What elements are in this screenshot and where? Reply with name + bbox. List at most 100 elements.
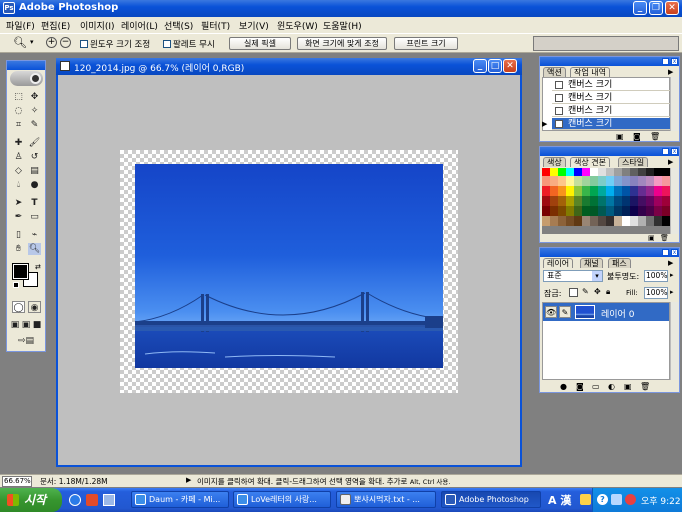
ime-indicator[interactable]: A 漢 bbox=[548, 492, 571, 508]
tab-swatches[interactable]: 색상 견본 bbox=[570, 157, 610, 167]
swatches-palette-close-icon[interactable]: x bbox=[671, 148, 678, 155]
delete-swatch-icon[interactable]: 🗑︎ bbox=[660, 234, 669, 242]
taskbar-item-daum[interactable]: Daum - 카페 - Mi... bbox=[131, 491, 229, 508]
zoom-tool-box-icon[interactable]: 🔍︎ bbox=[28, 243, 41, 255]
lock-image-icon[interactable]: ✎ bbox=[582, 287, 589, 296]
tab-layers[interactable]: 레이어 bbox=[543, 258, 574, 268]
quick-mask-icon[interactable]: ◉ bbox=[28, 301, 41, 313]
zoom-in-icon[interactable]: + bbox=[46, 37, 57, 48]
ignore-palettes-checkbox[interactable]: 팔레트 무시 bbox=[163, 38, 215, 50]
layer-visibility-eye-icon[interactable]: 👁︎ bbox=[545, 306, 557, 318]
opacity-dropdown-icon[interactable]: ▸ bbox=[670, 271, 674, 279]
swatch-grid[interactable] bbox=[542, 168, 670, 234]
swatches-palette-menu-icon[interactable]: ▶ bbox=[668, 158, 673, 166]
eyedropper-tool-icon[interactable]: ⌁ bbox=[28, 229, 41, 241]
new-document-from-state-icon[interactable]: ▣ bbox=[616, 132, 624, 141]
lock-transparency-icon[interactable] bbox=[569, 288, 578, 297]
doc-minimize-button[interactable]: _ bbox=[473, 59, 487, 73]
language-bar-icon[interactable] bbox=[580, 494, 591, 505]
default-colors-icon[interactable] bbox=[13, 282, 19, 288]
bridge-photo[interactable] bbox=[135, 164, 443, 368]
tab-history[interactable]: 작업 내역 bbox=[570, 67, 610, 77]
new-layer-icon[interactable]: ▣ bbox=[624, 382, 632, 391]
add-mask-icon[interactable]: ◙ bbox=[576, 382, 584, 391]
fill-dropdown-icon[interactable]: ▸ bbox=[670, 288, 674, 296]
swap-colors-icon[interactable]: ⇄ bbox=[35, 263, 41, 271]
blend-mode-select[interactable]: 표준 ▾ bbox=[543, 270, 603, 282]
delete-state-icon[interactable]: 🗑︎ bbox=[650, 132, 660, 141]
layers-scrollbar[interactable] bbox=[670, 302, 679, 380]
menu-filter[interactable]: 필터(T) bbox=[201, 19, 230, 32]
menu-image[interactable]: 이미지(I) bbox=[80, 19, 115, 32]
pen-tool-icon[interactable]: ✒ bbox=[12, 211, 25, 223]
doc-close-button[interactable]: ✕ bbox=[503, 59, 517, 73]
history-item[interactable]: 캔버스 크기 bbox=[552, 79, 671, 91]
taskbar-item-notepad[interactable]: 뽀샤시먹자.txt - ... bbox=[336, 491, 436, 508]
jump-to-imageready-icon[interactable]: ⇨▤ bbox=[12, 335, 40, 347]
menu-edit[interactable]: 편집(E) bbox=[41, 19, 70, 32]
menu-view[interactable]: 보기(V) bbox=[239, 19, 269, 32]
screen-mode-standard-icon[interactable]: ▣ bbox=[10, 319, 20, 331]
menu-help[interactable]: 도움말(H) bbox=[323, 19, 362, 32]
move-tool-icon[interactable]: ✥ bbox=[28, 91, 41, 103]
layers-palette-close-icon[interactable]: x bbox=[671, 249, 678, 256]
zoom-tool-icon[interactable]: 🔍︎ bbox=[13, 36, 27, 49]
tab-actions[interactable]: 액션 bbox=[543, 67, 566, 77]
tab-paths[interactable]: 패스 bbox=[608, 258, 631, 268]
start-button[interactable]: 시작 bbox=[0, 488, 62, 512]
quicklaunch-media-icon[interactable] bbox=[86, 494, 98, 506]
minimize-button[interactable]: _ bbox=[633, 1, 647, 15]
history-item[interactable]: 캔버스 크기 bbox=[552, 92, 671, 104]
gradient-tool-icon[interactable]: ▤ bbox=[28, 165, 41, 177]
history-palette-minimize-icon[interactable]: _ bbox=[662, 58, 669, 65]
new-layer-set-icon[interactable]: ▭ bbox=[592, 382, 600, 391]
restore-button[interactable]: ❐ bbox=[649, 1, 663, 15]
screen-mode-menu-icon[interactable]: ▣ bbox=[21, 319, 31, 331]
tool-preset-dropdown-icon[interactable]: ▾ bbox=[30, 38, 34, 46]
quicklaunch-desktop-icon[interactable] bbox=[103, 494, 115, 506]
status-info-arrow-icon[interactable]: ▶ bbox=[186, 476, 191, 484]
menu-select[interactable]: 선택(S) bbox=[164, 19, 193, 32]
blur-tool-icon[interactable]: 💧︎ bbox=[12, 179, 25, 191]
taskbar-item-photoshop[interactable]: Adobe Photoshop bbox=[441, 491, 541, 508]
new-swatch-icon[interactable]: ▣ bbox=[648, 234, 655, 242]
brush-tool-icon[interactable]: 🖌︎ bbox=[28, 137, 41, 149]
new-snapshot-icon[interactable]: ◙ bbox=[633, 132, 641, 141]
clone-stamp-icon[interactable]: ♙ bbox=[12, 151, 25, 163]
magic-wand-icon[interactable]: ✧ bbox=[28, 105, 41, 117]
history-brush-icon[interactable]: ↺ bbox=[28, 151, 41, 163]
resize-windows-checkbox[interactable]: 윈도우 크기 조정 bbox=[80, 38, 150, 50]
print-size-button[interactable]: 프린트 크기 bbox=[394, 37, 458, 50]
lock-all-icon[interactable]: 🔒︎ bbox=[606, 287, 610, 297]
zoom-out-icon[interactable]: − bbox=[60, 37, 71, 48]
foreground-color-swatch[interactable] bbox=[12, 263, 29, 280]
slice-tool-icon[interactable]: ✎ bbox=[28, 119, 41, 131]
tab-color[interactable]: 색상 bbox=[543, 157, 566, 167]
history-scrollbar[interactable] bbox=[670, 77, 679, 131]
marquee-tool-icon[interactable]: ⬚ bbox=[12, 91, 25, 103]
menu-window[interactable]: 윈도우(W) bbox=[277, 19, 318, 32]
zoom-level-field[interactable]: 66.67% bbox=[2, 476, 32, 487]
crop-tool-icon[interactable]: ⌗ bbox=[12, 119, 25, 131]
lock-position-icon[interactable]: ✥ bbox=[594, 287, 601, 296]
quicklaunch-ie-icon[interactable] bbox=[69, 494, 81, 506]
history-item-selected[interactable]: 캔버스 크기 bbox=[552, 118, 671, 130]
opacity-input[interactable]: 100% bbox=[644, 270, 668, 282]
history-palette-menu-icon[interactable]: ▶ bbox=[668, 68, 673, 76]
history-item[interactable]: 캔버스 크기 bbox=[552, 105, 671, 117]
fit-on-screen-button[interactable]: 화면 크기에 맞게 조정 bbox=[297, 37, 387, 50]
healing-brush-icon[interactable]: ✚ bbox=[12, 137, 25, 149]
add-layer-style-icon[interactable]: ● bbox=[560, 382, 567, 391]
history-palette-close-icon[interactable]: x bbox=[671, 58, 678, 65]
notes-tool-icon[interactable]: ▯ bbox=[12, 229, 25, 241]
path-selection-icon[interactable]: ➤ bbox=[12, 197, 25, 209]
taskbar-item-love-letter[interactable]: LoVe레터의 사랑... bbox=[233, 491, 331, 508]
dodge-tool-icon[interactable]: ● bbox=[28, 179, 41, 191]
lasso-tool-icon[interactable]: ◌ bbox=[12, 105, 25, 117]
new-adjustment-layer-icon[interactable]: ◐ bbox=[608, 382, 615, 391]
tab-styles[interactable]: 스타일 bbox=[618, 157, 649, 167]
adobe-eye-logo[interactable] bbox=[10, 71, 43, 86]
tab-channels[interactable]: 채널 bbox=[580, 258, 603, 268]
shape-tool-icon[interactable]: ▭ bbox=[28, 211, 41, 223]
antivirus-tray-icon[interactable] bbox=[625, 494, 636, 505]
